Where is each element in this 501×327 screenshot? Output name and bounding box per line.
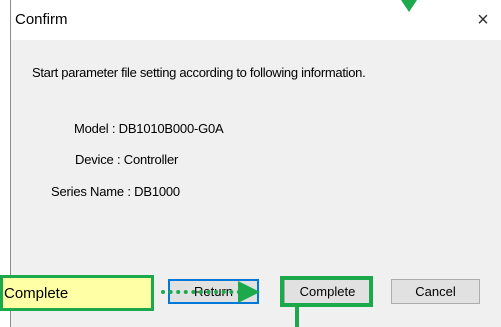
- down-arrow-icon: [401, 0, 417, 12]
- dotted-arrow-line: [161, 290, 241, 294]
- dialog-title: Confirm: [15, 11, 68, 28]
- series-name-info: Series Name : DB1000: [51, 184, 180, 199]
- device-info: Device : Controller: [75, 152, 179, 167]
- screenshot-stage: Confirm × Start parameter file setting a…: [0, 0, 501, 327]
- complete-button-highlight: [280, 276, 373, 307]
- callout-text: Complete: [4, 284, 69, 302]
- model-info: Model : DB1010B000-G0A: [74, 121, 224, 136]
- close-icon[interactable]: ×: [465, 4, 501, 36]
- cancel-button[interactable]: Cancel: [391, 279, 480, 304]
- callout-label: Complete: [0, 275, 154, 311]
- highlight-connector-line: [295, 307, 299, 327]
- dialog-message: Start parameter file setting according t…: [32, 65, 366, 80]
- right-arrow-icon: [238, 281, 260, 303]
- dialog-titlebar: Confirm ×: [11, 0, 501, 40]
